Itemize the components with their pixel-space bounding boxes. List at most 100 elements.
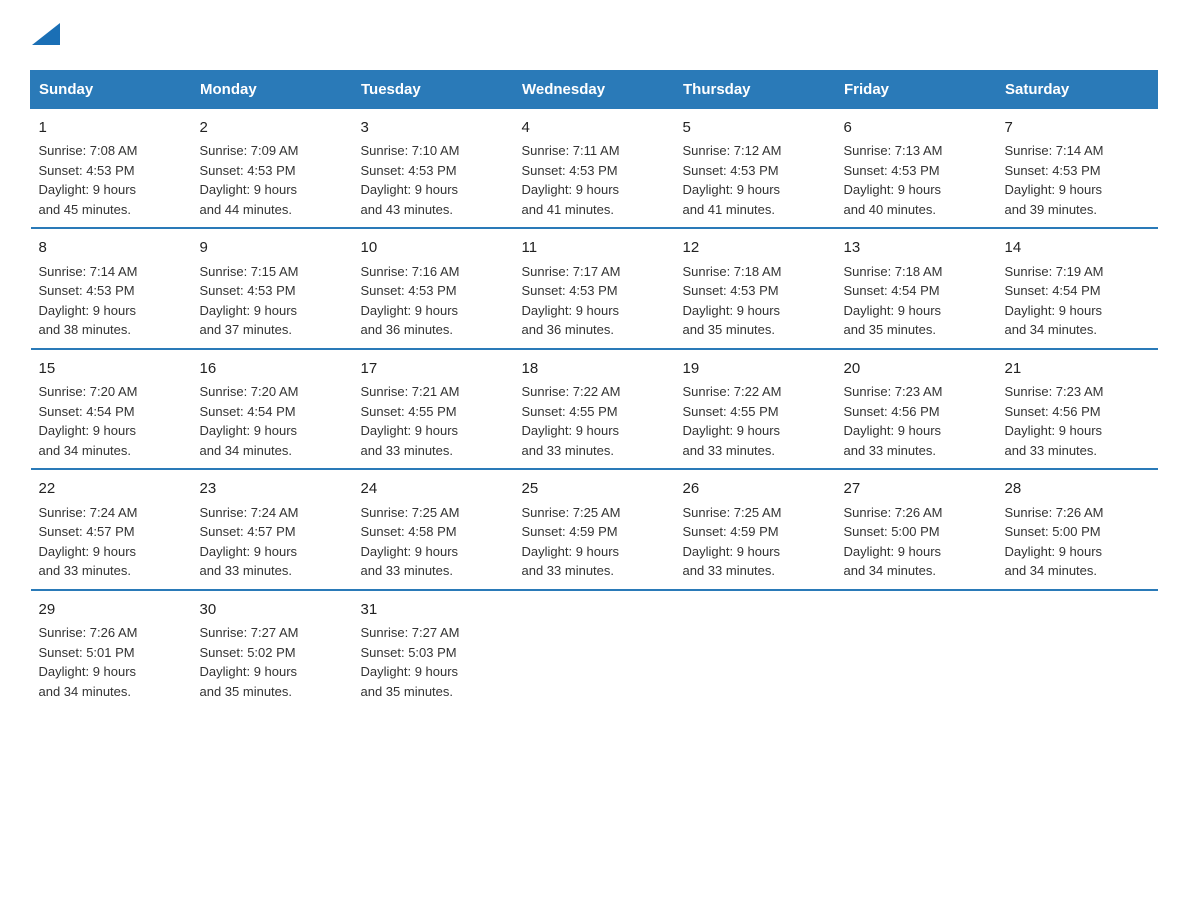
day-number: 22 — [39, 478, 184, 501]
calendar-cell — [836, 590, 997, 710]
header-cell-thursday: Thursday — [675, 70, 836, 108]
day-number: 11 — [522, 237, 667, 260]
day-number: 19 — [683, 358, 828, 381]
calendar-header: SundayMondayTuesdayWednesdayThursdayFrid… — [31, 70, 1158, 108]
day-info: Sunrise: 7:26 AM Sunset: 5:00 PM Dayligh… — [844, 505, 943, 579]
header-row: SundayMondayTuesdayWednesdayThursdayFrid… — [31, 70, 1158, 108]
day-number: 2 — [200, 117, 345, 140]
calendar-week-row: 22 Sunrise: 7:24 AM Sunset: 4:57 PM Dayl… — [31, 469, 1158, 590]
calendar-cell: 9 Sunrise: 7:15 AM Sunset: 4:53 PM Dayli… — [192, 228, 353, 349]
header-cell-friday: Friday — [836, 70, 997, 108]
day-info: Sunrise: 7:27 AM Sunset: 5:02 PM Dayligh… — [200, 625, 299, 699]
calendar-cell: 6 Sunrise: 7:13 AM Sunset: 4:53 PM Dayli… — [836, 108, 997, 228]
day-info: Sunrise: 7:23 AM Sunset: 4:56 PM Dayligh… — [844, 384, 943, 458]
day-info: Sunrise: 7:27 AM Sunset: 5:03 PM Dayligh… — [361, 625, 460, 699]
day-number: 9 — [200, 237, 345, 260]
day-number: 13 — [844, 237, 989, 260]
calendar-cell: 15 Sunrise: 7:20 AM Sunset: 4:54 PM Dayl… — [31, 349, 192, 470]
day-number: 21 — [1005, 358, 1150, 381]
day-info: Sunrise: 7:16 AM Sunset: 4:53 PM Dayligh… — [361, 264, 460, 338]
calendar-week-row: 15 Sunrise: 7:20 AM Sunset: 4:54 PM Dayl… — [31, 349, 1158, 470]
day-info: Sunrise: 7:20 AM Sunset: 4:54 PM Dayligh… — [200, 384, 299, 458]
day-number: 18 — [522, 358, 667, 381]
calendar-week-row: 1 Sunrise: 7:08 AM Sunset: 4:53 PM Dayli… — [31, 108, 1158, 228]
day-info: Sunrise: 7:15 AM Sunset: 4:53 PM Dayligh… — [200, 264, 299, 338]
day-info: Sunrise: 7:24 AM Sunset: 4:57 PM Dayligh… — [39, 505, 138, 579]
day-info: Sunrise: 7:18 AM Sunset: 4:53 PM Dayligh… — [683, 264, 782, 338]
day-number: 30 — [200, 599, 345, 622]
calendar-cell: 13 Sunrise: 7:18 AM Sunset: 4:54 PM Dayl… — [836, 228, 997, 349]
calendar-cell: 19 Sunrise: 7:22 AM Sunset: 4:55 PM Dayl… — [675, 349, 836, 470]
day-number: 26 — [683, 478, 828, 501]
calendar-cell: 21 Sunrise: 7:23 AM Sunset: 4:56 PM Dayl… — [997, 349, 1158, 470]
day-number: 8 — [39, 237, 184, 260]
day-number: 6 — [844, 117, 989, 140]
calendar-cell: 23 Sunrise: 7:24 AM Sunset: 4:57 PM Dayl… — [192, 469, 353, 590]
calendar-cell: 26 Sunrise: 7:25 AM Sunset: 4:59 PM Dayl… — [675, 469, 836, 590]
day-info: Sunrise: 7:25 AM Sunset: 4:59 PM Dayligh… — [683, 505, 782, 579]
calendar-week-row: 8 Sunrise: 7:14 AM Sunset: 4:53 PM Dayli… — [31, 228, 1158, 349]
calendar-cell: 20 Sunrise: 7:23 AM Sunset: 4:56 PM Dayl… — [836, 349, 997, 470]
day-info: Sunrise: 7:18 AM Sunset: 4:54 PM Dayligh… — [844, 264, 943, 338]
calendar-cell: 5 Sunrise: 7:12 AM Sunset: 4:53 PM Dayli… — [675, 108, 836, 228]
day-number: 7 — [1005, 117, 1150, 140]
day-info: Sunrise: 7:09 AM Sunset: 4:53 PM Dayligh… — [200, 143, 299, 217]
day-number: 4 — [522, 117, 667, 140]
calendar-cell: 22 Sunrise: 7:24 AM Sunset: 4:57 PM Dayl… — [31, 469, 192, 590]
calendar-cell: 31 Sunrise: 7:27 AM Sunset: 5:03 PM Dayl… — [353, 590, 514, 710]
calendar-cell — [675, 590, 836, 710]
calendar-cell: 27 Sunrise: 7:26 AM Sunset: 5:00 PM Dayl… — [836, 469, 997, 590]
day-info: Sunrise: 7:08 AM Sunset: 4:53 PM Dayligh… — [39, 143, 138, 217]
calendar-cell — [514, 590, 675, 710]
day-info: Sunrise: 7:21 AM Sunset: 4:55 PM Dayligh… — [361, 384, 460, 458]
day-number: 23 — [200, 478, 345, 501]
day-number: 15 — [39, 358, 184, 381]
calendar-cell: 29 Sunrise: 7:26 AM Sunset: 5:01 PM Dayl… — [31, 590, 192, 710]
logo — [30, 20, 60, 50]
header-cell-wednesday: Wednesday — [514, 70, 675, 108]
day-info: Sunrise: 7:14 AM Sunset: 4:53 PM Dayligh… — [1005, 143, 1104, 217]
day-number: 16 — [200, 358, 345, 381]
day-number: 27 — [844, 478, 989, 501]
calendar-cell: 2 Sunrise: 7:09 AM Sunset: 4:53 PM Dayli… — [192, 108, 353, 228]
day-number: 25 — [522, 478, 667, 501]
day-number: 24 — [361, 478, 506, 501]
calendar-cell: 30 Sunrise: 7:27 AM Sunset: 5:02 PM Dayl… — [192, 590, 353, 710]
calendar-cell: 11 Sunrise: 7:17 AM Sunset: 4:53 PM Dayl… — [514, 228, 675, 349]
day-info: Sunrise: 7:14 AM Sunset: 4:53 PM Dayligh… — [39, 264, 138, 338]
day-number: 5 — [683, 117, 828, 140]
day-info: Sunrise: 7:23 AM Sunset: 4:56 PM Dayligh… — [1005, 384, 1104, 458]
header-cell-tuesday: Tuesday — [353, 70, 514, 108]
calendar-cell: 14 Sunrise: 7:19 AM Sunset: 4:54 PM Dayl… — [997, 228, 1158, 349]
day-number: 20 — [844, 358, 989, 381]
calendar-table: SundayMondayTuesdayWednesdayThursdayFrid… — [30, 70, 1158, 710]
day-info: Sunrise: 7:10 AM Sunset: 4:53 PM Dayligh… — [361, 143, 460, 217]
day-info: Sunrise: 7:17 AM Sunset: 4:53 PM Dayligh… — [522, 264, 621, 338]
day-info: Sunrise: 7:20 AM Sunset: 4:54 PM Dayligh… — [39, 384, 138, 458]
day-info: Sunrise: 7:25 AM Sunset: 4:58 PM Dayligh… — [361, 505, 460, 579]
calendar-cell: 10 Sunrise: 7:16 AM Sunset: 4:53 PM Dayl… — [353, 228, 514, 349]
day-number: 12 — [683, 237, 828, 260]
day-info: Sunrise: 7:24 AM Sunset: 4:57 PM Dayligh… — [200, 505, 299, 579]
calendar-cell — [997, 590, 1158, 710]
day-info: Sunrise: 7:12 AM Sunset: 4:53 PM Dayligh… — [683, 143, 782, 217]
calendar-cell: 3 Sunrise: 7:10 AM Sunset: 4:53 PM Dayli… — [353, 108, 514, 228]
day-info: Sunrise: 7:26 AM Sunset: 5:00 PM Dayligh… — [1005, 505, 1104, 579]
calendar-cell: 28 Sunrise: 7:26 AM Sunset: 5:00 PM Dayl… — [997, 469, 1158, 590]
header-cell-saturday: Saturday — [997, 70, 1158, 108]
day-number: 14 — [1005, 237, 1150, 260]
header-cell-sunday: Sunday — [31, 70, 192, 108]
day-info: Sunrise: 7:13 AM Sunset: 4:53 PM Dayligh… — [844, 143, 943, 217]
day-info: Sunrise: 7:25 AM Sunset: 4:59 PM Dayligh… — [522, 505, 621, 579]
calendar-cell: 17 Sunrise: 7:21 AM Sunset: 4:55 PM Dayl… — [353, 349, 514, 470]
calendar-cell: 25 Sunrise: 7:25 AM Sunset: 4:59 PM Dayl… — [514, 469, 675, 590]
day-info: Sunrise: 7:22 AM Sunset: 4:55 PM Dayligh… — [522, 384, 621, 458]
day-info: Sunrise: 7:19 AM Sunset: 4:54 PM Dayligh… — [1005, 264, 1104, 338]
day-number: 17 — [361, 358, 506, 381]
calendar-cell: 18 Sunrise: 7:22 AM Sunset: 4:55 PM Dayl… — [514, 349, 675, 470]
day-info: Sunrise: 7:11 AM Sunset: 4:53 PM Dayligh… — [522, 143, 620, 217]
calendar-cell: 12 Sunrise: 7:18 AM Sunset: 4:53 PM Dayl… — [675, 228, 836, 349]
page-header — [30, 20, 1158, 50]
logo-triangle-icon — [32, 23, 60, 45]
calendar-cell: 7 Sunrise: 7:14 AM Sunset: 4:53 PM Dayli… — [997, 108, 1158, 228]
